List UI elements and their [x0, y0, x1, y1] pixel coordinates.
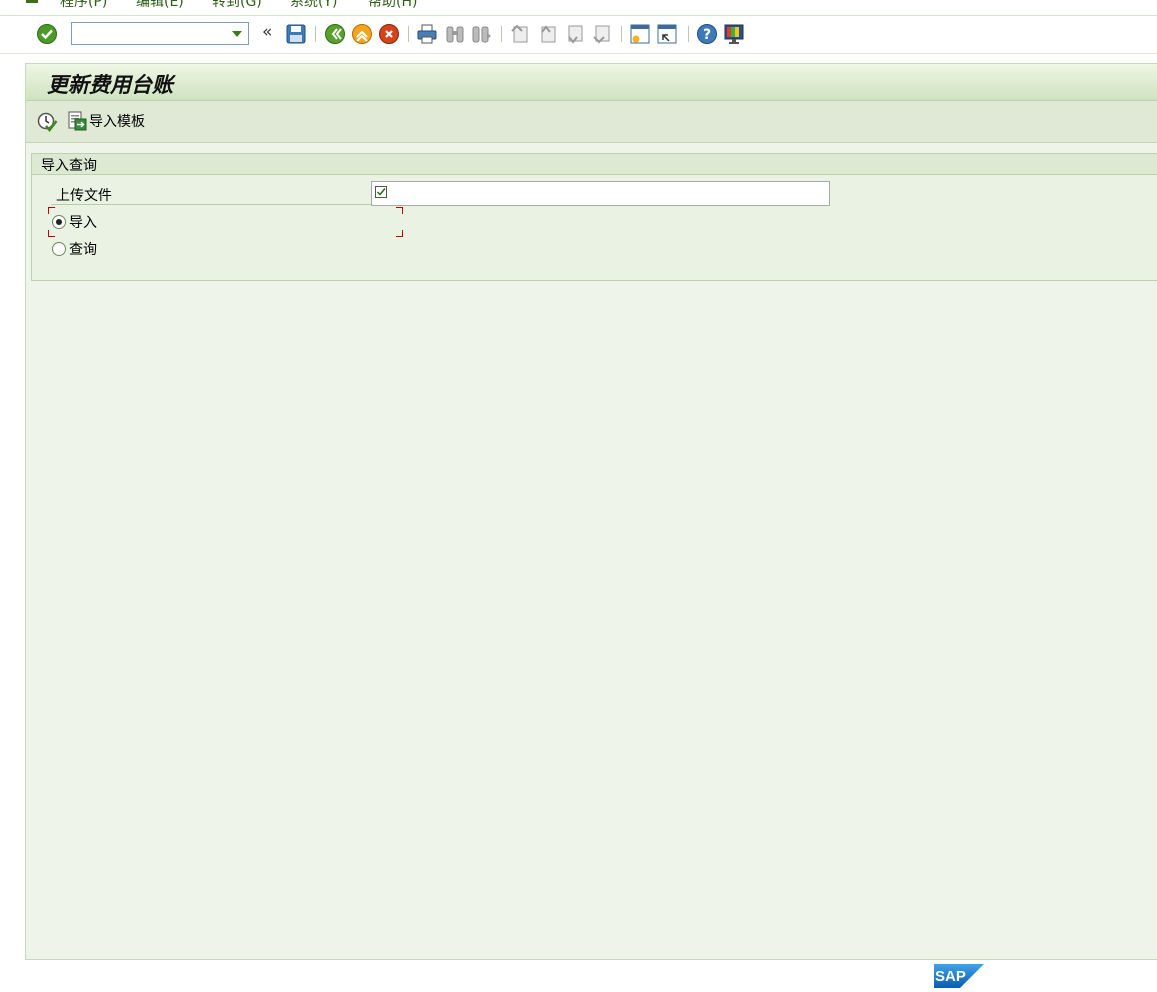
groupbox-header: 导入查询	[32, 154, 1157, 175]
toolbar-separator	[621, 26, 622, 42]
shortcut-icon[interactable]	[656, 23, 678, 45]
previous-page-icon[interactable]	[537, 23, 559, 45]
main-panel: 更新费用台账 导入模板 导入查询 上传文件 导入 查询	[25, 63, 1157, 960]
menu-system[interactable]: 系统(Y)	[290, 0, 337, 11]
radio-query[interactable]: 查询	[52, 239, 97, 259]
enter-icon[interactable]	[36, 23, 58, 45]
exit-icon[interactable]	[351, 23, 373, 45]
menu-goto[interactable]: 转到(G)	[212, 0, 262, 11]
import-template-icon	[68, 111, 87, 131]
toolbar-separator	[501, 26, 502, 42]
radio-import-label: 导入	[69, 215, 97, 231]
menu-icon[interactable]	[26, 0, 38, 3]
upload-file-label: 上传文件	[56, 188, 112, 204]
focus-corner	[396, 230, 403, 237]
create-session-icon[interactable]	[629, 23, 651, 45]
groupbox-title: 导入查询	[41, 158, 97, 174]
next-page-icon[interactable]	[564, 23, 586, 45]
find-icon[interactable]	[444, 23, 466, 45]
radio-query-label: 查询	[69, 242, 97, 258]
customize-layout-icon[interactable]	[723, 23, 745, 45]
title-bar: 更新费用台账	[26, 64, 1157, 101]
toolbar-separator	[408, 26, 409, 42]
toolbar-separator	[315, 26, 316, 42]
sap-logo-text: SAP	[935, 968, 966, 985]
collapse-arrows-icon[interactable]: «	[262, 22, 272, 42]
application-toolbar: 导入模板	[26, 101, 1157, 143]
back-icon[interactable]	[324, 23, 346, 45]
radio-button-selected[interactable]	[52, 215, 66, 229]
menu-bar: 程序(P) 编辑(E) 转到(G) 系统(Y) 帮助(H)	[0, 0, 1157, 14]
toolbar-separator	[688, 26, 689, 42]
save-icon[interactable]	[285, 23, 307, 45]
radio-button[interactable]	[52, 242, 66, 256]
radio-import[interactable]: 导入	[52, 212, 97, 232]
sap-logo: SAP	[934, 964, 984, 988]
import-template-label: 导入模板	[89, 114, 145, 130]
page-title: 更新费用台账	[47, 72, 173, 97]
menu-program[interactable]: 程序(P)	[60, 0, 107, 11]
help-icon[interactable]: ?	[696, 23, 718, 45]
focus-corner	[396, 207, 403, 214]
execute-icon[interactable]	[37, 111, 59, 133]
upload-file-input[interactable]	[371, 181, 830, 206]
menu-edit[interactable]: 编辑(E)	[136, 0, 184, 11]
find-next-icon[interactable]	[471, 23, 493, 45]
print-icon[interactable]	[416, 23, 438, 45]
cancel-icon[interactable]	[378, 23, 400, 45]
import-query-groupbox: 导入查询 上传文件 导入 查询	[31, 153, 1157, 281]
field-divider	[51, 204, 403, 205]
checkbox-icon	[375, 186, 387, 198]
last-page-icon[interactable]	[591, 23, 613, 45]
svg-text:?: ?	[703, 27, 711, 43]
menu-help[interactable]: 帮助(H)	[368, 0, 417, 11]
chevron-down-icon[interactable]	[232, 31, 242, 37]
command-field[interactable]	[71, 22, 249, 45]
system-toolbar: « ?	[0, 16, 1157, 54]
import-template-button[interactable]: 导入模板	[66, 110, 145, 132]
first-page-icon[interactable]	[509, 23, 531, 45]
